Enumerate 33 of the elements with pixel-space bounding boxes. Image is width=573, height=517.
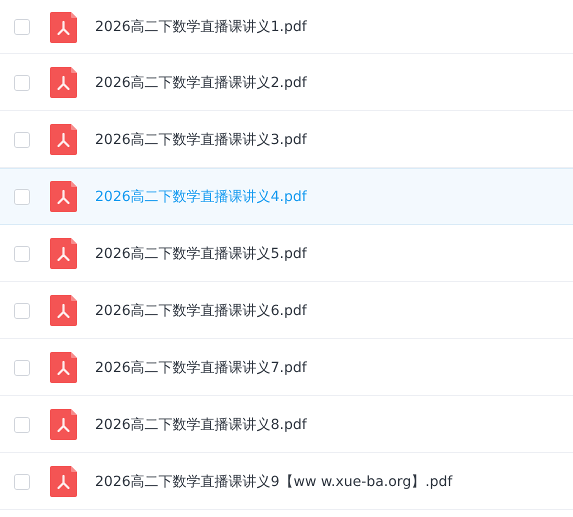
file-row[interactable]: 2026高二下数学直播课讲义1.pdf [0, 0, 573, 54]
checkbox[interactable] [14, 474, 30, 490]
checkbox[interactable] [14, 188, 30, 204]
pdf-file-icon [50, 352, 77, 383]
file-row[interactable]: 2026高二下数学直播课讲义8.pdf [0, 396, 573, 453]
pdf-file-icon [50, 466, 77, 497]
file-name[interactable]: 2026高二下数学直播课讲义7.pdf [95, 358, 307, 376]
pdf-file-icon [50, 12, 77, 42]
pdf-file-icon [50, 181, 77, 212]
file-row[interactable]: 2026高二下数学直播课讲义7.pdf [0, 339, 573, 396]
file-name[interactable]: 2026高二下数学直播课讲义5.pdf [95, 244, 307, 262]
file-name[interactable]: 2026高二下数学直播课讲义6.pdf [95, 302, 307, 320]
file-name[interactable]: 2026高二下数学直播课讲义3.pdf [95, 130, 307, 148]
file-row[interactable]: 2026高二下数学直播课讲义2.pdf [0, 54, 573, 111]
pdf-file-icon [50, 124, 77, 155]
checkbox[interactable] [14, 302, 30, 318]
checkbox[interactable] [14, 416, 30, 432]
pdf-file-icon [50, 295, 77, 326]
checkbox[interactable] [14, 132, 30, 148]
pdf-file-icon [50, 67, 77, 98]
file-name[interactable]: 2026高二下数学直播课讲义1.pdf [95, 18, 307, 36]
file-name[interactable]: 2026高二下数学直播课讲义2.pdf [95, 74, 307, 92]
checkbox[interactable] [14, 360, 30, 376]
file-row[interactable]: 2026高二下数学直播课讲义6.pdf [0, 282, 573, 339]
file-name[interactable]: 2026高二下数学直播课讲义8.pdf [95, 416, 307, 434]
file-row[interactable]: 2026高二下数学直播课讲义5.pdf [0, 225, 573, 282]
checkbox[interactable] [14, 74, 30, 90]
pdf-file-icon [50, 409, 77, 440]
file-row[interactable]: 2026高二下数学直播课讲义9【ww w.xue-ba.org】.pdf [0, 453, 573, 510]
pdf-file-icon [50, 238, 77, 269]
file-name[interactable]: 2026高二下数学直播课讲义9【ww w.xue-ba.org】.pdf [95, 472, 452, 490]
checkbox[interactable] [14, 19, 30, 35]
checkbox[interactable] [14, 246, 30, 262]
